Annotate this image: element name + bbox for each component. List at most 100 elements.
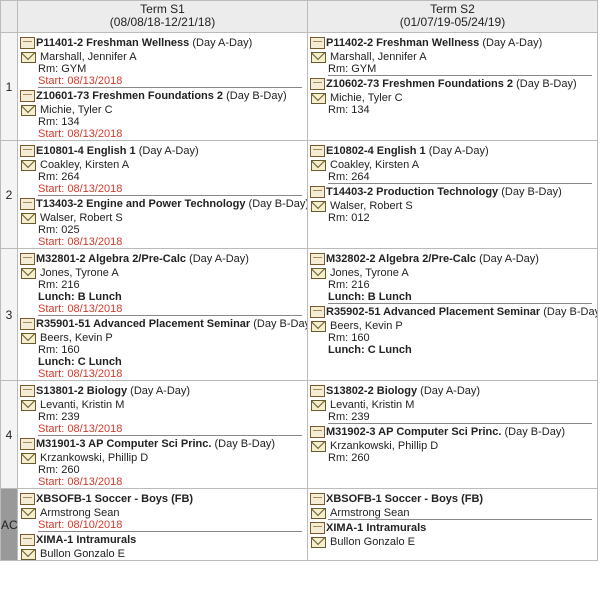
start-date: Start: 08/13/2018 (38, 303, 123, 315)
notepad-icon[interactable] (310, 306, 325, 318)
notepad-icon[interactable] (310, 426, 325, 438)
course-title[interactable]: M32801-2 Algebra 2/Pre-Calc (Day A-Day) (20, 251, 307, 267)
notepad-icon[interactable] (20, 145, 35, 157)
course-code[interactable]: S13801-2 Biology (36, 385, 127, 397)
envelope-icon[interactable] (311, 440, 326, 452)
course-title[interactable]: XIMA-1 Intramurals (20, 532, 307, 548)
course-code[interactable]: M31901-3 AP Computer Sci Princ. (36, 438, 211, 450)
course-title[interactable]: Z10601-73 Freshmen Foundations 2 (Day B-… (20, 88, 307, 104)
envelope-icon[interactable] (21, 399, 36, 411)
course-code[interactable]: M32802-2 Algebra 2/Pre-Calc (326, 253, 476, 265)
envelope-icon[interactable] (311, 267, 326, 279)
envelope-icon[interactable] (21, 332, 36, 344)
envelope-icon[interactable] (21, 267, 36, 279)
schedule-cell-s2: P11402-2 Freshman Wellness (Day A-Day) Ma… (307, 32, 598, 141)
teacher-line: Jones, Tyrone A (20, 267, 307, 279)
course-title[interactable]: R35901-51 Advanced Placement Seminar (Da… (20, 316, 307, 332)
envelope-icon[interactable] (21, 452, 36, 464)
course-title[interactable]: T14403-2 Production Technology (Day B-Da… (310, 184, 597, 200)
course-code[interactable]: M32801-2 Algebra 2/Pre-Calc (36, 253, 186, 265)
notepad-icon[interactable] (20, 90, 35, 102)
notepad-icon[interactable] (20, 253, 35, 265)
course-title[interactable]: XBSOFB-1 Soccer - Boys (FB) (310, 491, 597, 507)
course-title[interactable]: S13801-2 Biology (Day A-Day) (20, 383, 307, 399)
course-code[interactable]: Z10602-73 Freshmen Foundations 2 (326, 78, 513, 90)
teacher-line: Walser, Robert S (20, 212, 307, 224)
course-block: Z10602-73 Freshmen Foundations 2 (Day B-… (310, 76, 597, 116)
notepad-icon[interactable] (20, 385, 35, 397)
course-code[interactable]: M31902-3 AP Computer Sci Princ. (326, 426, 501, 438)
course-code[interactable]: P11401-2 Freshman Wellness (36, 37, 189, 49)
envelope-icon[interactable] (21, 548, 36, 560)
course-title[interactable]: M31901-3 AP Computer Sci Princ. (Day B-D… (20, 436, 307, 452)
course-code[interactable]: S13802-2 Biology (326, 385, 417, 397)
teacher-line: Beers, Kevin P (310, 320, 597, 332)
course-code[interactable]: R35901-51 Advanced Placement Seminar (36, 318, 250, 330)
course-block: E10802-4 English 1 (Day A-Day) Coakley, K… (310, 143, 597, 183)
notepad-icon[interactable] (20, 37, 35, 49)
notepad-icon[interactable] (20, 493, 35, 505)
course-title[interactable]: T13403-2 Engine and Power Technology (Da… (20, 196, 307, 212)
envelope-icon[interactable] (311, 536, 326, 548)
course-title[interactable]: M32802-2 Algebra 2/Pre-Calc (Day A-Day) (310, 251, 597, 267)
envelope-icon[interactable] (311, 399, 326, 411)
envelope-icon[interactable] (21, 507, 36, 519)
course-title[interactable]: M31902-3 AP Computer Sci Princ. (Day B-D… (310, 424, 597, 440)
period-label: 2 (0, 140, 18, 249)
notepad-icon[interactable] (310, 385, 325, 397)
course-code[interactable]: XBSOFB-1 Soccer - Boys (FB) (326, 493, 483, 505)
course-title[interactable]: XIMA-1 Intramurals (310, 520, 597, 536)
course-title[interactable]: R35902-51 Advanced Placement Seminar (Da… (310, 304, 597, 320)
teacher-name: Armstrong Sean (330, 507, 410, 519)
course-day: (Day A-Day) (189, 253, 249, 265)
notepad-icon[interactable] (20, 438, 35, 450)
course-code[interactable]: Z10601-73 Freshmen Foundations 2 (36, 90, 223, 102)
course-code[interactable]: R35902-51 Advanced Placement Seminar (326, 306, 540, 318)
course-block: S13802-2 Biology (Day A-Day) Levanti, Kri… (310, 383, 597, 423)
cell-content: E10801-4 English 1 (Day A-Day) Coakley, K… (18, 141, 307, 248)
course-title[interactable]: P11401-2 Freshman Wellness (Day A-Day) (20, 35, 307, 51)
envelope-icon[interactable] (311, 159, 326, 171)
course-day: (Day B-Day) (248, 198, 307, 210)
notepad-icon[interactable] (310, 186, 325, 198)
course-title[interactable]: Z10602-73 Freshmen Foundations 2 (Day B-… (310, 76, 597, 92)
cell-content: M32802-2 Algebra 2/Pre-Calc (Day A-Day) J… (308, 249, 597, 356)
schedule-cell-s2: E10802-4 English 1 (Day A-Day) Coakley, K… (307, 140, 598, 249)
course-title[interactable]: P11402-2 Freshman Wellness (Day A-Day) (310, 35, 597, 51)
teacher-line: Coakley, Kirsten A (310, 159, 597, 171)
envelope-icon[interactable] (21, 104, 36, 116)
envelope-icon[interactable] (311, 200, 326, 212)
room: Rm: GYM (38, 63, 87, 75)
notepad-icon[interactable] (310, 493, 325, 505)
notepad-icon[interactable] (310, 522, 325, 534)
course-title[interactable]: E10801-4 English 1 (Day A-Day) (20, 143, 307, 159)
course-code[interactable]: P11402-2 Freshman Wellness (326, 37, 479, 49)
notepad-icon[interactable] (310, 78, 325, 90)
course-title[interactable]: XBSOFB-1 Soccer - Boys (FB) (20, 491, 307, 507)
course-title[interactable]: S13802-2 Biology (Day A-Day) (310, 383, 597, 399)
envelope-icon[interactable] (311, 507, 326, 519)
notepad-icon[interactable] (20, 198, 35, 210)
teacher-line: Krzankowski, Phillip D (20, 452, 307, 464)
envelope-icon[interactable] (311, 92, 326, 104)
notepad-icon[interactable] (310, 37, 325, 49)
envelope-icon[interactable] (21, 212, 36, 224)
course-title[interactable]: E10802-4 English 1 (Day A-Day) (310, 143, 597, 159)
course-code[interactable]: T13403-2 Engine and Power Technology (36, 198, 245, 210)
notepad-icon[interactable] (310, 145, 325, 157)
envelope-icon[interactable] (21, 159, 36, 171)
course-block: M32801-2 Algebra 2/Pre-Calc (Day A-Day) J… (20, 251, 307, 315)
notepad-icon[interactable] (20, 534, 35, 546)
course-code[interactable]: E10802-4 English 1 (326, 145, 426, 157)
notepad-icon[interactable] (310, 253, 325, 265)
course-code[interactable]: XIMA-1 Intramurals (36, 534, 136, 546)
course-code[interactable]: T14403-2 Production Technology (326, 186, 498, 198)
envelope-icon[interactable] (311, 51, 326, 63)
course-code[interactable]: XIMA-1 Intramurals (326, 522, 426, 534)
course-code[interactable]: E10801-4 English 1 (36, 145, 136, 157)
envelope-icon[interactable] (21, 51, 36, 63)
course-code[interactable]: XBSOFB-1 Soccer - Boys (FB) (36, 493, 193, 505)
envelope-icon[interactable] (311, 320, 326, 332)
room: Rm: GYM (328, 63, 377, 75)
notepad-icon[interactable] (20, 318, 35, 330)
